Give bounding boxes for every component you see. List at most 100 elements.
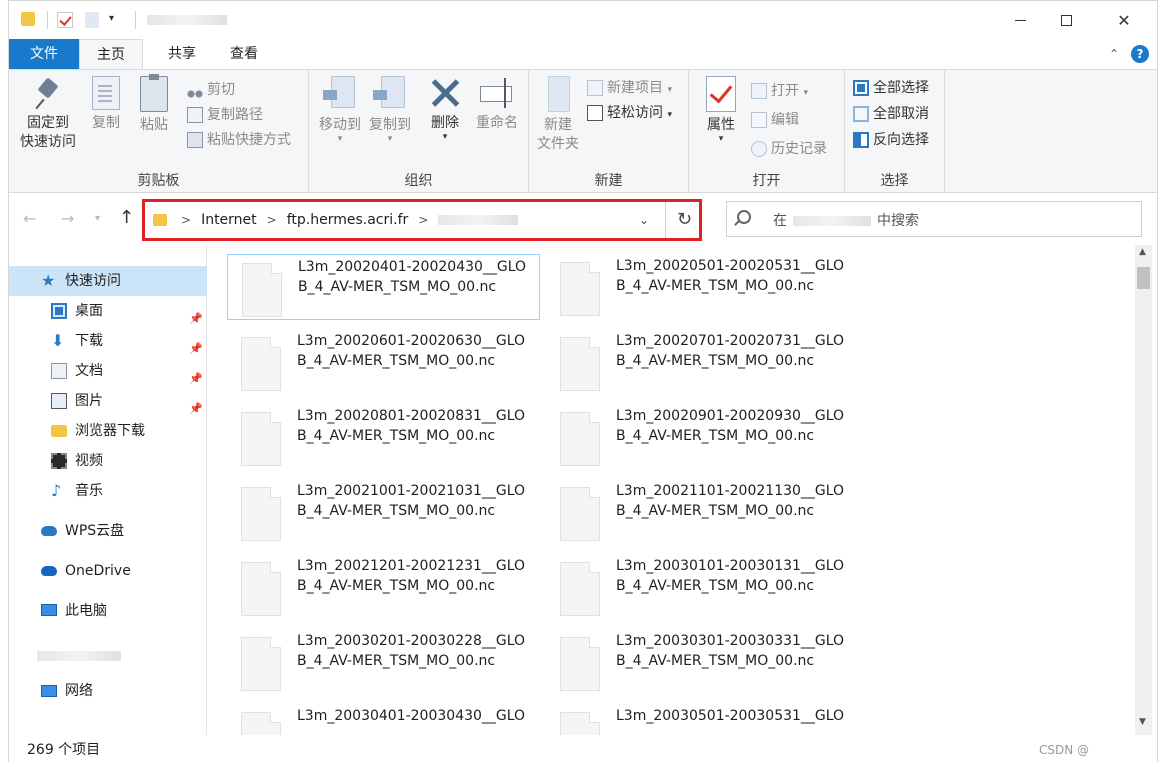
new-group-label: 新建: [594, 173, 623, 189]
scroll-thumb[interactable]: [1137, 267, 1150, 289]
close-icon: ✕: [1117, 10, 1131, 30]
sidebar-item-network[interactable]: 网络: [9, 676, 207, 706]
file-name: L3m_20030301-20030331__GLO B_4_AV-MER_TSM…: [616, 631, 852, 671]
breadcrumb-ftp-host[interactable]: ftp.hermes.acri.fr: [287, 212, 409, 228]
paste-button[interactable]: 粘贴: [135, 74, 173, 135]
invert-selection-button[interactable]: 反向选择: [853, 128, 929, 152]
file-name: L3m_20020601-20020630__GLO B_4_AV-MER_TSM…: [297, 331, 533, 371]
close-button[interactable]: ✕: [1101, 1, 1147, 39]
search-box[interactable]: 在 中搜索: [726, 201, 1142, 237]
edit-button[interactable]: 编辑: [751, 108, 799, 132]
onedrive-icon: [41, 566, 57, 576]
clipboard-group-label: 剪贴板: [137, 173, 180, 189]
tab-file[interactable]: 文件: [9, 39, 79, 69]
sidebar-item-quick-access[interactable]: ★ 快速访问: [9, 266, 207, 296]
select-none-button[interactable]: 全部取消: [853, 102, 929, 126]
file-tile[interactable]: L3m_20030501-20030531__GLO: [546, 704, 859, 735]
sidebar-item-documents[interactable]: 文档 📌: [9, 356, 207, 386]
minimize-button[interactable]: [997, 1, 1043, 39]
sidebar-item-downloads[interactable]: ⬇ 下载 📌: [9, 326, 207, 356]
new-folder-button[interactable]: 新建 文件夹: [533, 76, 583, 154]
pin-icon: [33, 76, 63, 110]
sidebar-item-this-pc[interactable]: 此电脑: [9, 596, 207, 626]
recent-locations-icon[interactable]: ▾: [95, 213, 100, 224]
file-tile[interactable]: L3m_20030301-20030331__GLO B_4_AV-MER_TSM…: [546, 629, 859, 695]
collapse-ribbon-icon[interactable]: ⌃: [1109, 47, 1119, 61]
sidebar-item-desktop[interactable]: 桌面 📌: [9, 296, 207, 326]
file-name-line1: L3m_20020901-20020930__GLO: [616, 408, 845, 424]
toolbar-divider: [135, 11, 136, 29]
breadcrumb-internet[interactable]: Internet: [201, 212, 257, 228]
sidebar-item-redacted[interactable]: [37, 651, 121, 661]
tab-share[interactable]: 共享: [152, 39, 212, 69]
file-tile[interactable]: L3m_20020501-20020531__GLO B_4_AV-MER_TSM…: [546, 254, 859, 320]
copy-path-icon: [187, 107, 203, 123]
computer-icon: [41, 604, 57, 616]
file-tile[interactable]: L3m_20030101-20030131__GLO B_4_AV-MER_TSM…: [546, 554, 859, 620]
sidebar-item-onedrive[interactable]: OneDrive: [9, 556, 207, 586]
title-bar: ▾ ✕: [9, 1, 1157, 39]
select-group: 全部选择 全部取消 反向选择 选择: [845, 70, 945, 192]
new-folder-quick-icon[interactable]: [85, 12, 99, 28]
file-tile[interactable]: L3m_20020901-20020930__GLO B_4_AV-MER_TSM…: [546, 404, 859, 470]
file-tile[interactable]: L3m_20030401-20030430__GLO: [227, 704, 540, 735]
folder-icon: [51, 425, 67, 437]
tab-view[interactable]: 查看: [214, 39, 274, 69]
delete-button[interactable]: 删除 ▾: [425, 76, 465, 142]
copy-path-button[interactable]: 复制路径: [187, 103, 263, 127]
sidebar-item-music[interactable]: ♪ 音乐: [9, 476, 207, 506]
file-tile[interactable]: L3m_20020701-20020731__GLO B_4_AV-MER_TSM…: [546, 329, 859, 395]
scroll-down-icon[interactable]: ▼: [1139, 717, 1146, 727]
new-item-button[interactable]: 新建项目 ▾: [587, 76, 672, 100]
file-tile[interactable]: L3m_20030201-20030228__GLO B_4_AV-MER_TSM…: [227, 629, 540, 695]
copy-button[interactable]: 复制: [87, 76, 125, 133]
select-all-button[interactable]: 全部选择: [853, 76, 929, 100]
customize-quick-access-icon[interactable]: ▾: [109, 13, 114, 33]
properties-button[interactable]: 属性 ▾: [701, 76, 741, 144]
easy-access-button[interactable]: 轻松访问 ▾: [587, 101, 672, 125]
sidebar-item-pictures[interactable]: 图片 📌: [9, 386, 207, 416]
properties-quick-icon[interactable]: [57, 12, 73, 28]
invert-selection-label: 反向选择: [873, 132, 929, 148]
sidebar-item-label: 浏览器下载: [75, 423, 145, 439]
music-icon: ♪: [51, 481, 62, 500]
file-explorer-window: ▾ ✕ 文件 主页 共享 查看 ⌃ ? 固定到 快速访问 复制 粘贴 剪切 复制…: [8, 0, 1158, 763]
maximize-button[interactable]: [1043, 1, 1089, 39]
address-bar[interactable]: > Internet > ftp.hermes.acri.fr > ⌄ ↻: [142, 199, 702, 241]
sidebar-item-videos[interactable]: 视频: [9, 446, 207, 476]
address-dropdown-icon[interactable]: ⌄: [639, 213, 649, 227]
file-tile[interactable]: L3m_20021201-20021231__GLO B_4_AV-MER_TSM…: [227, 554, 540, 620]
scroll-up-icon[interactable]: ▲: [1139, 247, 1146, 257]
copy-to-button[interactable]: 复制到 ▾: [365, 76, 415, 144]
file-tile[interactable]: L3m_20021101-20021130__GLO B_4_AV-MER_TSM…: [546, 479, 859, 545]
history-button[interactable]: 历史记录: [751, 137, 827, 161]
pin-quick-access-button[interactable]: 固定到 快速访问: [15, 76, 81, 152]
open-caret-icon: ▾: [803, 88, 808, 98]
sidebar-item-wps-cloud[interactable]: WPS云盘: [9, 516, 207, 546]
file-tile[interactable]: L3m_20020601-20020630__GLO B_4_AV-MER_TSM…: [227, 329, 540, 395]
refresh-icon[interactable]: ↻: [677, 209, 692, 230]
chevron-right-icon: >: [266, 213, 277, 227]
file-name-line1: L3m_20030301-20030331__GLO: [616, 633, 845, 649]
pin-icon: 📌: [189, 402, 203, 415]
paste-shortcut-button[interactable]: 粘贴快捷方式: [187, 128, 291, 152]
search-suffix: 中搜索: [877, 213, 919, 229]
cut-label: 剪切: [207, 82, 235, 98]
vertical-scrollbar[interactable]: ▲ ▼: [1135, 245, 1152, 735]
new-group: 新建 文件夹 新建项目 ▾ 轻松访问 ▾ 新建: [529, 70, 689, 192]
move-to-button[interactable]: 移动到 ▾: [315, 76, 365, 144]
help-icon[interactable]: ?: [1131, 45, 1149, 63]
rename-button[interactable]: 重命名: [471, 76, 523, 133]
tab-home[interactable]: 主页: [79, 39, 143, 69]
file-tile[interactable]: L3m_20020801-20020831__GLO B_4_AV-MER_TSM…: [227, 404, 540, 470]
open-button[interactable]: 打开 ▾: [751, 79, 808, 103]
breadcrumb-redacted[interactable]: [438, 215, 519, 225]
file-tile[interactable]: L3m_20020401-20020430__GLO B_4_AV-MER_TSM…: [227, 254, 540, 320]
back-arrow-icon[interactable]: ←: [23, 209, 36, 228]
sidebar-item-browser-downloads[interactable]: 浏览器下载: [9, 416, 207, 446]
document-icon: [51, 363, 67, 379]
cut-button[interactable]: 剪切: [187, 78, 235, 102]
up-arrow-icon[interactable]: ↑: [119, 207, 134, 228]
forward-arrow-icon[interactable]: →: [61, 209, 74, 228]
file-tile[interactable]: L3m_20021001-20021031__GLO B_4_AV-MER_TSM…: [227, 479, 540, 545]
